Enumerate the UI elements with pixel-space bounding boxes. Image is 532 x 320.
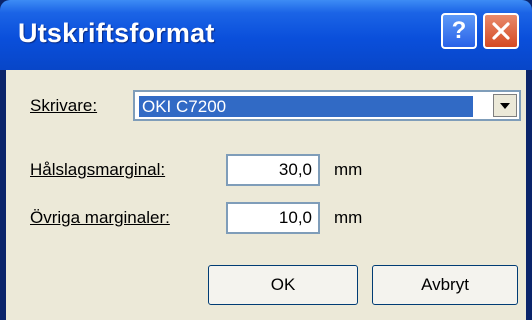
printer-label: Skrivare: [30,96,98,115]
ok-button[interactable]: OK [208,265,358,305]
close-icon [492,22,510,40]
printer-selected-value: OKI C7200 [138,95,474,118]
dialog-body: Skrivare: OKI C7200 Hålslagsmarginal: 30… [6,70,526,320]
window-title: Utskriftsformat [18,18,215,48]
hole-margin-input[interactable]: 30,0 [226,154,320,186]
cancel-button[interactable]: Avbryt [372,265,518,305]
other-margins-input[interactable]: 10,0 [226,202,320,234]
close-button[interactable] [483,13,519,49]
other-margins-unit: mm [334,208,363,227]
help-icon: ? [451,17,467,44]
chevron-down-icon [500,102,510,109]
hole-margin-unit: mm [334,160,363,179]
printer-dropdown[interactable]: OKI C7200 [133,90,521,121]
hole-margin-label: Hålslagsmarginal: [30,160,166,179]
dropdown-button[interactable] [493,94,517,117]
other-margins-label: Övriga marginaler: [30,208,170,227]
help-button[interactable]: ? [441,13,477,49]
title-bar[interactable]: Utskriftsformat ? [0,0,532,70]
dialog-window: Utskriftsformat ? Skrivare: OKI C7200 Hå… [0,0,532,320]
